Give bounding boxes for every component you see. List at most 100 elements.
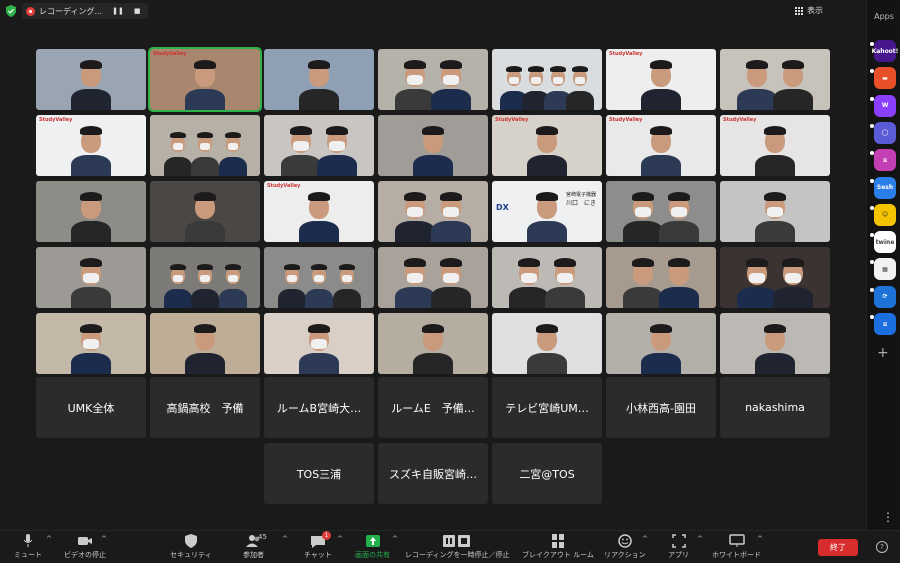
participant-video-tile[interactable] xyxy=(36,181,146,242)
participant-video-tile[interactable]: StudyValley xyxy=(36,115,146,176)
person-hair xyxy=(308,324,330,333)
app-kahoot-icon[interactable]: Kahoot! xyxy=(870,40,898,62)
participant-tile-name[interactable]: 小林西高-園田 xyxy=(606,377,716,438)
app-app-orange-icon[interactable]: ▬ xyxy=(870,67,896,90)
participant-video-tile[interactable] xyxy=(36,49,146,110)
chat-button[interactable]: 1 チャット xyxy=(304,531,332,560)
shield-icon[interactable] xyxy=(6,5,16,17)
end-meeting-button[interactable]: 終了 xyxy=(818,539,858,556)
participant-video-tile[interactable] xyxy=(150,181,260,242)
view-button[interactable]: 表示 xyxy=(795,5,823,16)
face-mask xyxy=(286,275,297,283)
recording-stop-icon[interactable]: ■ xyxy=(134,7,141,15)
mute-button[interactable]: ミュート xyxy=(14,534,42,560)
person-body xyxy=(71,353,111,374)
reactions-options-chevron-icon[interactable]: ^ xyxy=(642,535,648,543)
participant-tile-name[interactable]: テレビ宮崎UM… xyxy=(492,377,602,438)
studyvalley-logo-text: StudyValley xyxy=(267,183,301,189)
participant-video-tile[interactable] xyxy=(264,313,374,374)
participant-video-tile[interactable]: DX 宮崎電子機器 川口 にき xyxy=(492,181,602,242)
app-app-ring-icon[interactable]: ◯ xyxy=(870,121,896,144)
security-button[interactable]: セキュリティ xyxy=(170,534,212,560)
participant-video-tile[interactable]: StudyValley xyxy=(148,47,262,112)
participant-video-tile[interactable] xyxy=(492,313,602,374)
participant-tile-name[interactable]: nakashima xyxy=(720,377,830,438)
app-status-dot xyxy=(870,42,874,46)
participant-tile-name[interactable]: 二宮@TOS xyxy=(492,443,602,504)
participant-video-tile[interactable]: StudyValley xyxy=(264,181,374,242)
participant-video-tile[interactable] xyxy=(36,247,146,308)
participant-video-tile[interactable] xyxy=(378,181,488,242)
participant-tile-name[interactable]: スズキ自販宮崎… xyxy=(378,443,488,504)
apps-button[interactable]: アプリ xyxy=(668,534,689,560)
person-hair xyxy=(80,60,102,69)
participant-video-tile[interactable] xyxy=(606,313,716,374)
participant-video-tile[interactable] xyxy=(264,115,374,176)
app-app-stack-icon[interactable]: ≡ xyxy=(870,313,896,335)
more-options-icon[interactable]: ⋮ xyxy=(882,511,894,523)
app-app-waves-icon[interactable]: ≋ xyxy=(870,149,896,172)
share-options-chevron-icon[interactable]: ^ xyxy=(392,535,398,543)
participant-video-tile[interactable] xyxy=(492,49,602,110)
person-hair xyxy=(326,126,349,135)
participant-video-tile[interactable] xyxy=(606,181,716,242)
app-app-w-icon[interactable]: W xyxy=(870,94,896,117)
app-twine-icon[interactable]: twine xyxy=(870,231,896,254)
person-body xyxy=(71,155,111,176)
app-app-smile-icon[interactable]: ☺ xyxy=(870,203,896,226)
app-app-sync-icon[interactable]: ⟳ xyxy=(870,285,896,308)
participant-video-tile[interactable] xyxy=(150,115,260,176)
help-icon[interactable]: ? xyxy=(876,541,888,553)
participant-video-tile[interactable] xyxy=(720,313,830,374)
participant-tile-name[interactable]: ルームE 予備… xyxy=(378,377,488,438)
add-app-icon[interactable]: + xyxy=(877,345,889,361)
person-body xyxy=(317,155,358,176)
participant-tile-name[interactable]: UMK全体 xyxy=(36,377,146,438)
share-screen-button[interactable]: 画面の共有 xyxy=(355,534,390,560)
participant-video-tile[interactable] xyxy=(720,181,830,242)
participant-video-tile[interactable] xyxy=(150,313,260,374)
whiteboard-button[interactable]: ホワイトボード xyxy=(712,534,761,560)
person-body xyxy=(566,91,594,110)
participant-video-tile[interactable]: StudyValley xyxy=(606,49,716,110)
person-hair xyxy=(80,324,102,333)
person-hair xyxy=(668,258,691,267)
participant-video-tile[interactable]: StudyValley xyxy=(606,115,716,176)
participant-tile-name[interactable]: TOS三浦 xyxy=(264,443,374,504)
participant-tile-name[interactable]: 高鍋高校 予備 xyxy=(150,377,260,438)
participant-video-tile[interactable] xyxy=(36,313,146,374)
chat-options-chevron-icon[interactable]: ^ xyxy=(337,535,343,543)
participant-video-tile[interactable] xyxy=(264,247,374,308)
video-options-chevron-icon[interactable]: ^ xyxy=(101,535,107,543)
participant-video-tile[interactable]: StudyValley xyxy=(492,115,602,176)
person-hair xyxy=(782,258,805,267)
participant-tile-name[interactable]: ルームB宮崎大… xyxy=(264,377,374,438)
whiteboard-options-chevron-icon[interactable]: ^ xyxy=(757,535,763,543)
stop-video-button[interactable]: ビデオの停止 xyxy=(64,534,106,560)
participant-video-tile[interactable] xyxy=(378,49,488,110)
apps-options-chevron-icon[interactable]: ^ xyxy=(697,535,703,543)
person-hair xyxy=(169,264,186,271)
reactions-button[interactable]: リアクション xyxy=(604,534,646,560)
app-sesh-icon[interactable]: Sesh xyxy=(870,176,896,199)
participants-options-chevron-icon[interactable]: ^ xyxy=(282,535,288,543)
breakout-rooms-button[interactable]: ブレイクアウト ルーム xyxy=(522,534,594,560)
recording-pause-stop-button[interactable]: レコーディングを一時停止／停止 xyxy=(405,534,510,560)
app-app-blocks-icon[interactable]: ▦ xyxy=(870,258,896,281)
participant-video-tile[interactable] xyxy=(378,115,488,176)
person-hair xyxy=(631,258,654,267)
participant-video-tile[interactable] xyxy=(492,247,602,308)
participant-video-tile[interactable] xyxy=(720,49,830,110)
participant-video-tile[interactable] xyxy=(378,247,488,308)
participants-button[interactable]: 45 参加者 xyxy=(243,533,267,560)
participant-video-tile[interactable] xyxy=(150,247,260,308)
participant-video-tile[interactable] xyxy=(264,49,374,110)
participant-video-tile[interactable] xyxy=(720,247,830,308)
participant-video-tile[interactable] xyxy=(378,313,488,374)
participant-video-tile[interactable] xyxy=(606,247,716,308)
participant-video-tile[interactable]: StudyValley xyxy=(720,115,830,176)
mute-options-chevron-icon[interactable]: ^ xyxy=(46,535,52,543)
recording-pause-icon[interactable]: ❚❚ xyxy=(112,7,124,15)
face-mask xyxy=(83,339,99,349)
recording-indicator[interactable]: レコーディング... ❚❚ ■ xyxy=(22,3,149,19)
